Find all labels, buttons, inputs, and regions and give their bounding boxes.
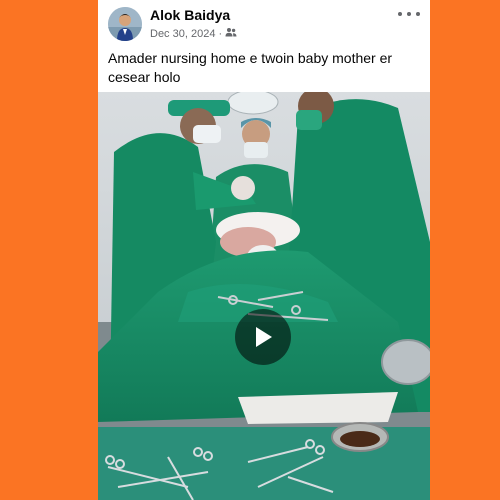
- more-dot: [407, 12, 411, 16]
- post-date[interactable]: Dec 30, 2024: [150, 28, 215, 40]
- more-options-icon[interactable]: [398, 6, 420, 22]
- author-avatar[interactable]: [108, 7, 142, 41]
- play-icon: [256, 327, 272, 347]
- post-card: Alok Baidya Dec 30, 2024 · Amader nursin…: [98, 0, 430, 500]
- post-header: Alok Baidya Dec 30, 2024 ·: [98, 0, 430, 46]
- more-dot: [416, 12, 420, 16]
- post-meta: Dec 30, 2024 ·: [150, 27, 237, 40]
- post-video[interactable]: [98, 92, 430, 500]
- play-button[interactable]: [235, 309, 291, 365]
- friends-icon[interactable]: [225, 27, 237, 40]
- more-dot: [398, 12, 402, 16]
- author-name[interactable]: Alok Baidya: [150, 7, 230, 23]
- post-caption: Amader nursing home e twoin baby mother …: [108, 50, 393, 85]
- video-frame: [98, 92, 430, 500]
- meta-separator: ·: [218, 27, 223, 40]
